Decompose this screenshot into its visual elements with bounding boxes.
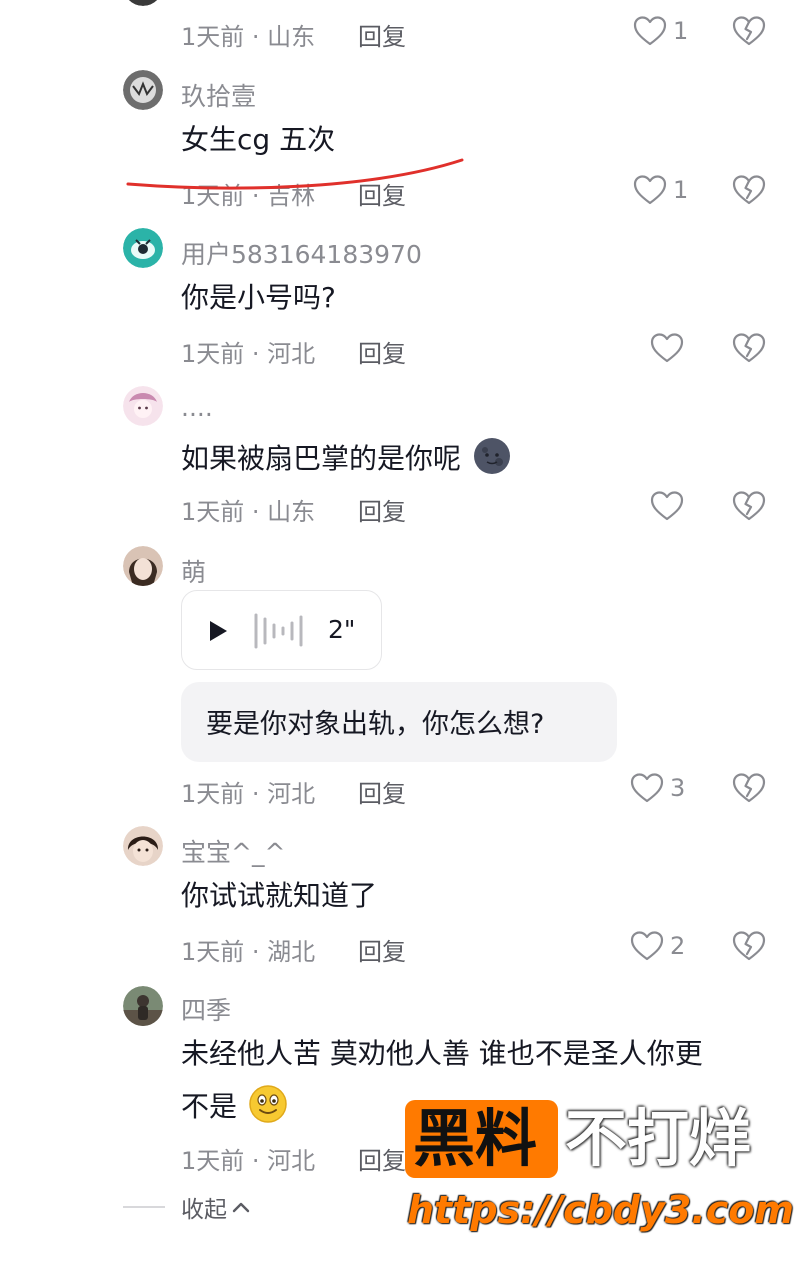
like-button[interactable]	[650, 490, 684, 522]
watermark-url: https://cbdy3.com	[407, 1188, 794, 1232]
chevron-up-icon	[232, 1202, 250, 1213]
dislike-button[interactable]	[732, 930, 766, 962]
like-button[interactable]	[650, 332, 684, 364]
dislike-button[interactable]	[732, 772, 766, 804]
watermark-slogan: 不打烊	[565, 1102, 752, 1175]
voice-duration: 2"	[328, 615, 356, 644]
comment-username[interactable]: 用户583164183970	[181, 235, 422, 271]
collapse-replies-button[interactable]: 收起	[123, 1190, 251, 1224]
comment-meta: 1天前 · 湖北	[181, 938, 316, 966]
dislike-button[interactable]	[732, 490, 766, 522]
heart-outline-icon	[650, 490, 684, 522]
collapse-label: 收起	[181, 1197, 227, 1223]
comment-username[interactable]: 萌	[181, 553, 206, 589]
comment-item: .... 如果被扇巴掌的是你呢 1天前 · 山东 回复	[0, 386, 800, 544]
comment-text-line1: 未经他人苦 莫劝他人善 谁也不是圣人你更	[181, 1037, 703, 1070]
reply-button[interactable]: 回复	[358, 334, 406, 369]
heart-outline-icon	[650, 332, 684, 364]
broken-heart-icon	[732, 332, 766, 364]
avatar[interactable]	[123, 228, 163, 268]
comment-text: 如果被扇巴掌的是你呢	[181, 436, 512, 479]
divider-line	[123, 1206, 165, 1208]
red-strike-annotation	[126, 158, 464, 190]
waveform-icon	[254, 613, 303, 649]
reply-button[interactable]: 回复	[358, 774, 406, 809]
heart-outline-icon	[630, 772, 664, 804]
avatar[interactable]	[123, 386, 163, 426]
reply-button[interactable]: 回复	[358, 492, 406, 527]
comment-actions-row: 1天前 · 河北 回复 3	[0, 770, 800, 810]
like-button[interactable]: 3	[630, 772, 685, 804]
smile-emoji-icon	[249, 1085, 287, 1123]
comment-meta: 1天前 · 河北	[181, 780, 316, 808]
heart-outline-icon	[630, 930, 664, 962]
like-count: 3	[670, 774, 686, 802]
broken-heart-icon	[732, 772, 766, 804]
broken-heart-icon	[732, 930, 766, 962]
comment-meta: 1天前 · 河北	[181, 340, 316, 368]
voice-message[interactable]: 2"	[181, 590, 382, 670]
comment-text: 你是小号吗?	[181, 281, 336, 314]
comment-meta: 1天前 · 河北	[181, 1147, 316, 1175]
play-icon	[210, 621, 227, 641]
avatar[interactable]	[123, 826, 163, 866]
quoted-text-content: 要是你对象出轨，你怎么想?	[206, 709, 545, 740]
comment-text-content: 不是	[181, 1090, 238, 1123]
comment-text-line2: 不是	[181, 1084, 288, 1127]
avatar[interactable]	[123, 986, 163, 1026]
broken-heart-icon	[732, 490, 766, 522]
comment-meta: 1天前 · 山东	[181, 498, 316, 526]
avatar[interactable]	[123, 546, 163, 586]
like-button[interactable]: 2	[630, 930, 685, 962]
quoted-text: 要是你对象出轨，你怎么想?	[181, 682, 617, 762]
comment-item: 宝宝^_^ 你试试就知道了 1天前 · 湖北 回复 2	[0, 826, 800, 984]
comment-username[interactable]: ....	[181, 393, 213, 422]
comment-item: 用户583164183970 你是小号吗? 1天前 · 河北 回复	[0, 228, 800, 388]
reply-button[interactable]: 回复	[358, 1141, 406, 1176]
reply-button[interactable]: 回复	[358, 932, 406, 967]
comment-username[interactable]: 四季	[181, 991, 231, 1027]
watermark-brand: 黑料	[413, 1102, 538, 1175]
like-count: 2	[670, 932, 686, 960]
moon-face-emoji-icon	[473, 438, 510, 474]
comment-username[interactable]: 宝宝^_^	[181, 833, 285, 869]
comment-text: 你试试就知道了	[181, 879, 378, 912]
dislike-button[interactable]	[732, 332, 766, 364]
comment-text-content: 如果被扇巴掌的是你呢	[181, 442, 462, 475]
